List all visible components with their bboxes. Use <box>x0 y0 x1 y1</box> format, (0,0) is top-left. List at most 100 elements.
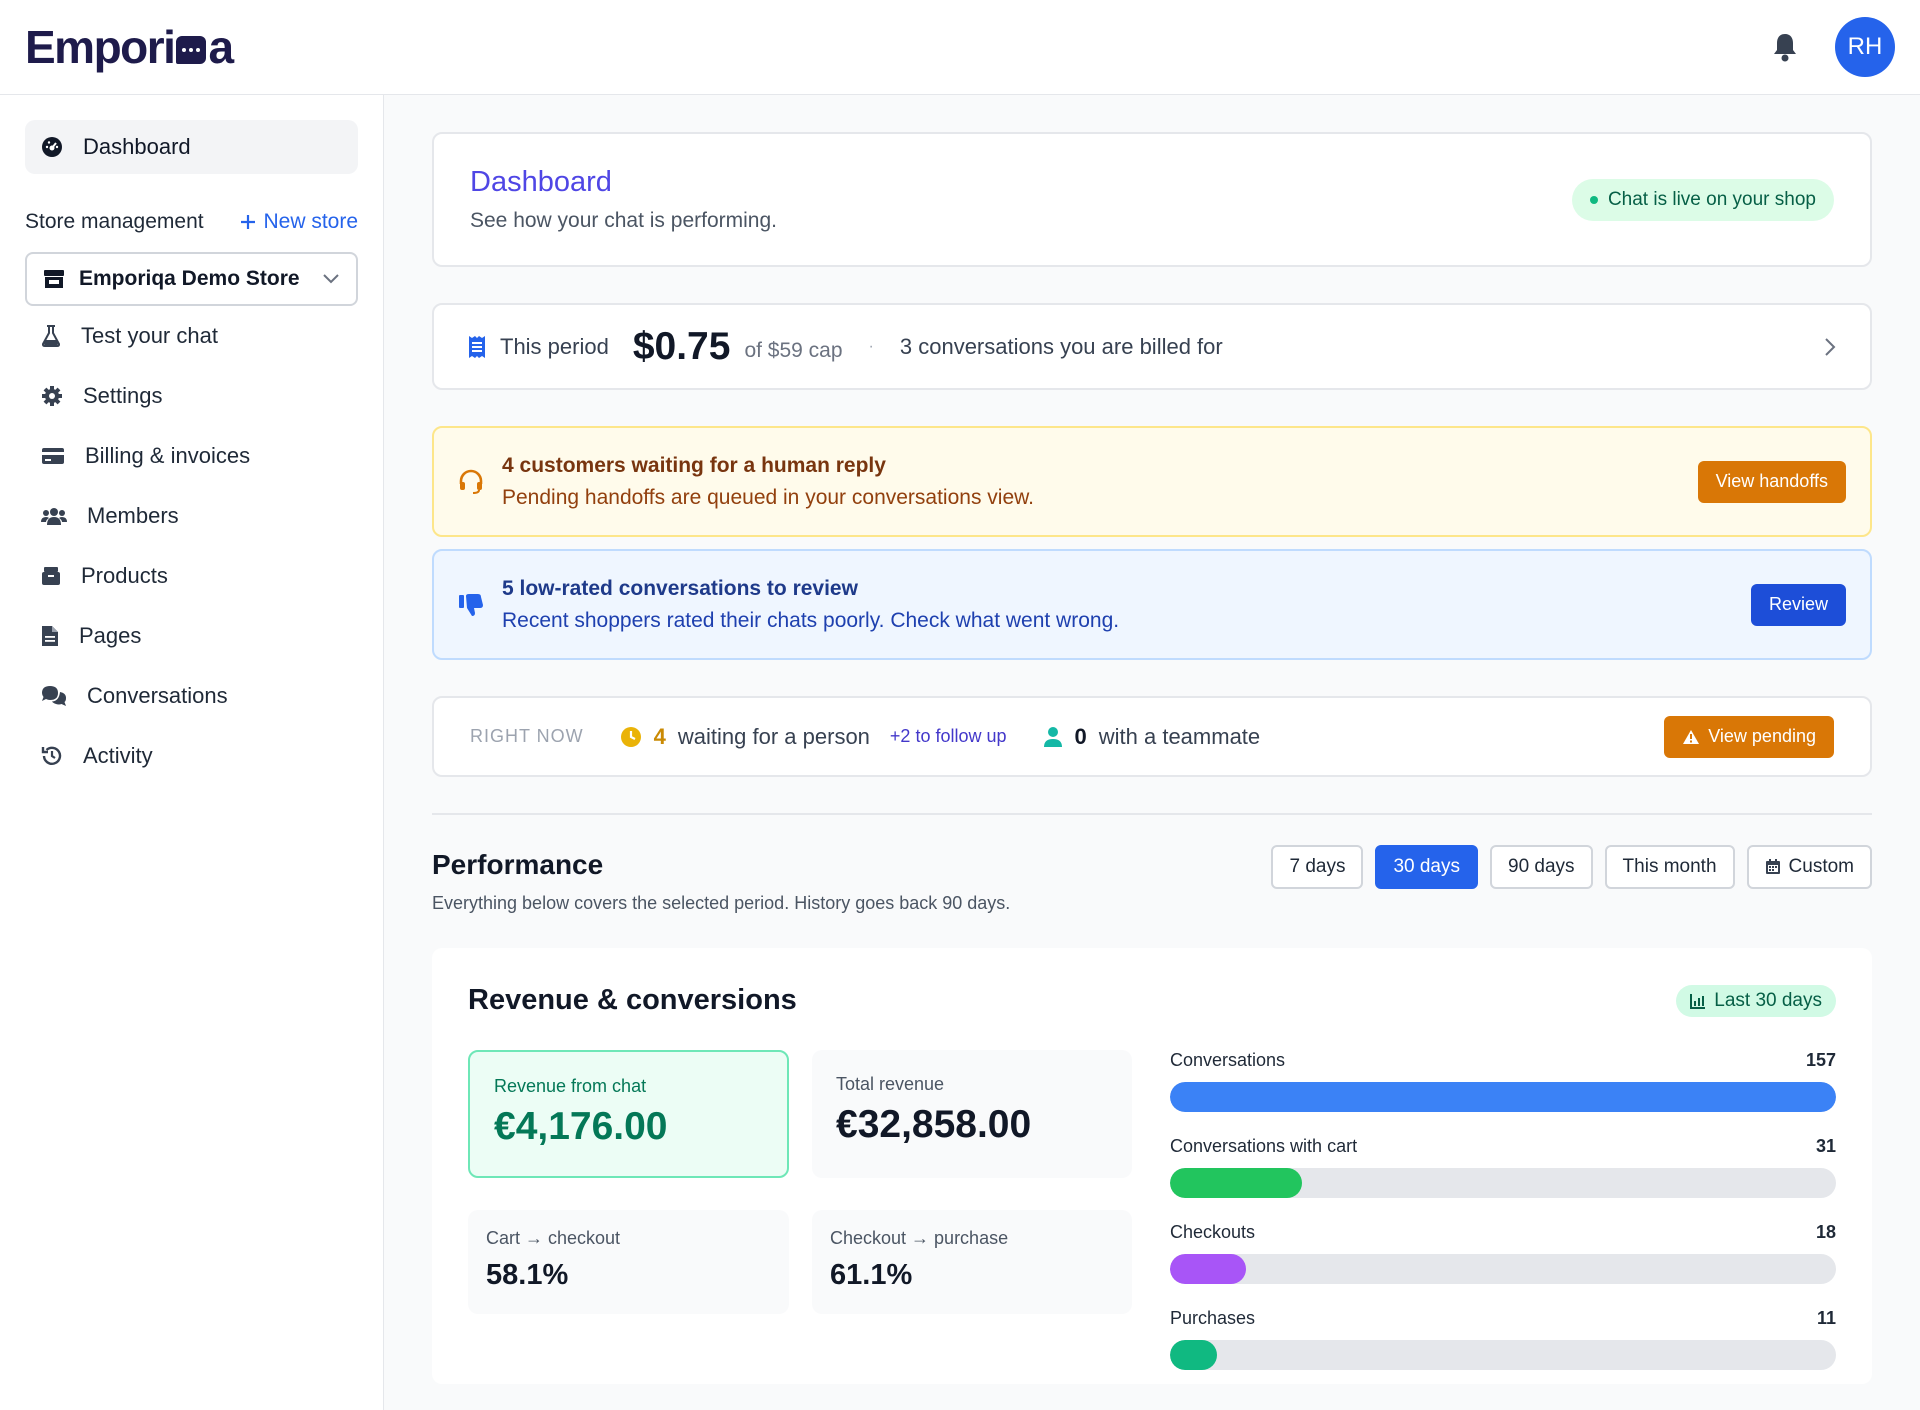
funnel-row: Checkouts 18 <box>1170 1222 1836 1284</box>
sidebar-item-label: Members <box>87 503 179 528</box>
teammate-count: 0 <box>1074 723 1087 749</box>
comments-icon <box>42 686 66 706</box>
sidebar-item-activity[interactable]: Activity <box>25 726 358 786</box>
total-revenue-value: €32,858.00 <box>836 1103 1032 1146</box>
billing-period-label: This period <box>500 333 609 359</box>
page-title: Dashboard <box>470 166 612 198</box>
store-icon <box>44 270 64 288</box>
store-management-header: Store management New store <box>25 206 358 238</box>
funnel-track <box>1170 1254 1836 1284</box>
app-logo[interactable]: Empori a <box>25 20 234 74</box>
funnel-bar <box>1170 1168 1302 1198</box>
checkout-purchase-box: Checkout → purchase 61.1% <box>812 1210 1132 1314</box>
right-now-bar: RIGHT NOW 4 waiting for a person +2 to f… <box>432 696 1872 777</box>
logo-text-right: a <box>208 21 234 73</box>
funnel-row: Purchases 11 <box>1170 1308 1836 1370</box>
store-management-label: Store management <box>25 210 204 233</box>
gauge-icon <box>42 137 62 157</box>
sidebar-item-dashboard[interactable]: Dashboard <box>25 120 358 174</box>
revenue-from-chat-label: Revenue from chat <box>494 1076 647 1096</box>
handoffs-alert: 4 customers waiting for a human reply Pe… <box>432 426 1872 537</box>
chevron-down-icon <box>323 274 339 284</box>
funnel-label: Conversations <box>1170 1050 1286 1070</box>
warning-icon <box>1683 729 1700 744</box>
section-divider <box>432 813 1872 815</box>
sidebar-item-label: Pages <box>79 623 142 648</box>
waiting-count: 4 <box>653 723 666 749</box>
funnel-label: Purchases <box>1170 1308 1256 1328</box>
revenue-card-title: Revenue & conversions <box>468 984 797 1016</box>
thumbs-down-icon <box>459 593 483 616</box>
right-now-label: RIGHT NOW <box>470 726 584 746</box>
billing-cap: of $59 cap <box>744 338 843 362</box>
logo-text-left: Empori <box>25 21 176 73</box>
sidebar-item-label: Billing & invoices <box>85 443 251 468</box>
chat-live-badge: Chat is live on your shop <box>1571 178 1834 221</box>
range-this-month-button[interactable]: This month <box>1604 845 1735 889</box>
billing-summary-row[interactable]: This period $0.75 of $59 cap · 3 convers… <box>432 303 1872 390</box>
revenue-from-chat-box: Revenue from chat €4,176.00 <box>468 1050 789 1178</box>
billing-separator: · <box>868 337 874 355</box>
chevron-right-icon <box>1825 337 1836 356</box>
performance-header: Performance Everything below covers the … <box>432 845 1872 914</box>
funnel-bar <box>1170 1082 1836 1112</box>
sidebar-item-label: Activity <box>83 743 153 768</box>
view-pending-label: View pending <box>1708 726 1816 746</box>
chat-live-text: Chat is live on your shop <box>1607 188 1816 210</box>
sidebar-item-label: Conversations <box>87 683 228 708</box>
cart-checkout-value: 58.1% <box>486 1259 569 1291</box>
handoffs-alert-title: 4 customers waiting for a human reply <box>502 453 886 477</box>
review-button[interactable]: Review <box>1750 583 1846 626</box>
new-store-label: New store <box>263 210 358 233</box>
range-90-days-button[interactable]: 90 days <box>1490 845 1593 889</box>
funnel-row: Conversations 157 <box>1170 1050 1836 1112</box>
cart-checkout-box: Cart → checkout 58.1% <box>468 1210 789 1314</box>
new-store-link[interactable]: New store <box>239 210 358 234</box>
funnel-row: Conversations with cart 31 <box>1170 1136 1836 1198</box>
range-30-days-button[interactable]: 30 days <box>1375 845 1478 889</box>
view-handoffs-button[interactable]: View handoffs <box>1697 460 1846 503</box>
conversion-funnel: Conversations 157 Conversations with cart… <box>1170 1050 1836 1394</box>
low-rated-alert-title: 5 low-rated conversations to review <box>502 576 858 600</box>
low-rated-alert: 5 low-rated conversations to review Rece… <box>432 549 1872 660</box>
credit-card-icon <box>42 448 64 464</box>
users-icon <box>41 508 67 525</box>
top-bar: Empori a RH <box>0 0 1920 95</box>
billed-conversations-text: 3 conversations you are billed for <box>899 333 1223 359</box>
clock-icon <box>620 726 641 747</box>
sidebar-item-pages[interactable]: Pages <box>25 606 358 666</box>
user-avatar[interactable]: RH <box>1835 17 1895 77</box>
notifications-bell-icon[interactable] <box>1769 31 1801 63</box>
status-dot-icon <box>1589 195 1598 204</box>
dashboard-header-card: Dashboard See how your chat is performin… <box>432 132 1872 267</box>
sidebar-nav: Test your chat Settings Billing & invoic… <box>25 306 358 786</box>
sidebar-item-settings[interactable]: Settings <box>25 366 358 426</box>
range-custom-label: Custom <box>1788 856 1854 877</box>
funnel-label: Conversations with cart <box>1170 1136 1358 1156</box>
receipt-icon <box>469 335 485 358</box>
funnel-value: 31 <box>1815 1136 1836 1156</box>
follow-up-link[interactable]: +2 to follow up <box>890 726 1007 747</box>
funnel-value: 11 <box>1816 1308 1836 1328</box>
sidebar-item-products[interactable]: Products <box>25 546 358 606</box>
sidebar-item-members[interactable]: Members <box>25 486 358 546</box>
file-icon <box>42 626 58 646</box>
checkout-purchase-value: 61.1% <box>830 1259 913 1291</box>
gear-icon <box>42 386 62 406</box>
sidebar-item-conversations[interactable]: Conversations <box>25 666 358 726</box>
calendar-icon <box>1765 859 1780 874</box>
sidebar-item-label: Settings <box>83 383 163 408</box>
sidebar-item-test-chat[interactable]: Test your chat <box>25 306 358 366</box>
total-revenue-box: Total revenue €32,858.00 <box>812 1050 1132 1178</box>
funnel-bar <box>1170 1254 1247 1284</box>
flask-icon <box>41 325 61 347</box>
range-custom-button[interactable]: Custom <box>1746 845 1872 889</box>
sidebar-item-label: Test your chat <box>81 323 218 348</box>
store-select[interactable]: Emporiqa Demo Store <box>25 252 358 306</box>
sidebar-item-billing[interactable]: Billing & invoices <box>25 426 358 486</box>
plus-icon <box>241 215 256 229</box>
range-7-days-button[interactable]: 7 days <box>1271 845 1364 889</box>
view-pending-button[interactable]: View pending <box>1664 715 1834 758</box>
box-icon <box>42 567 60 585</box>
performance-subtitle: Everything below covers the selected per… <box>432 893 1011 913</box>
